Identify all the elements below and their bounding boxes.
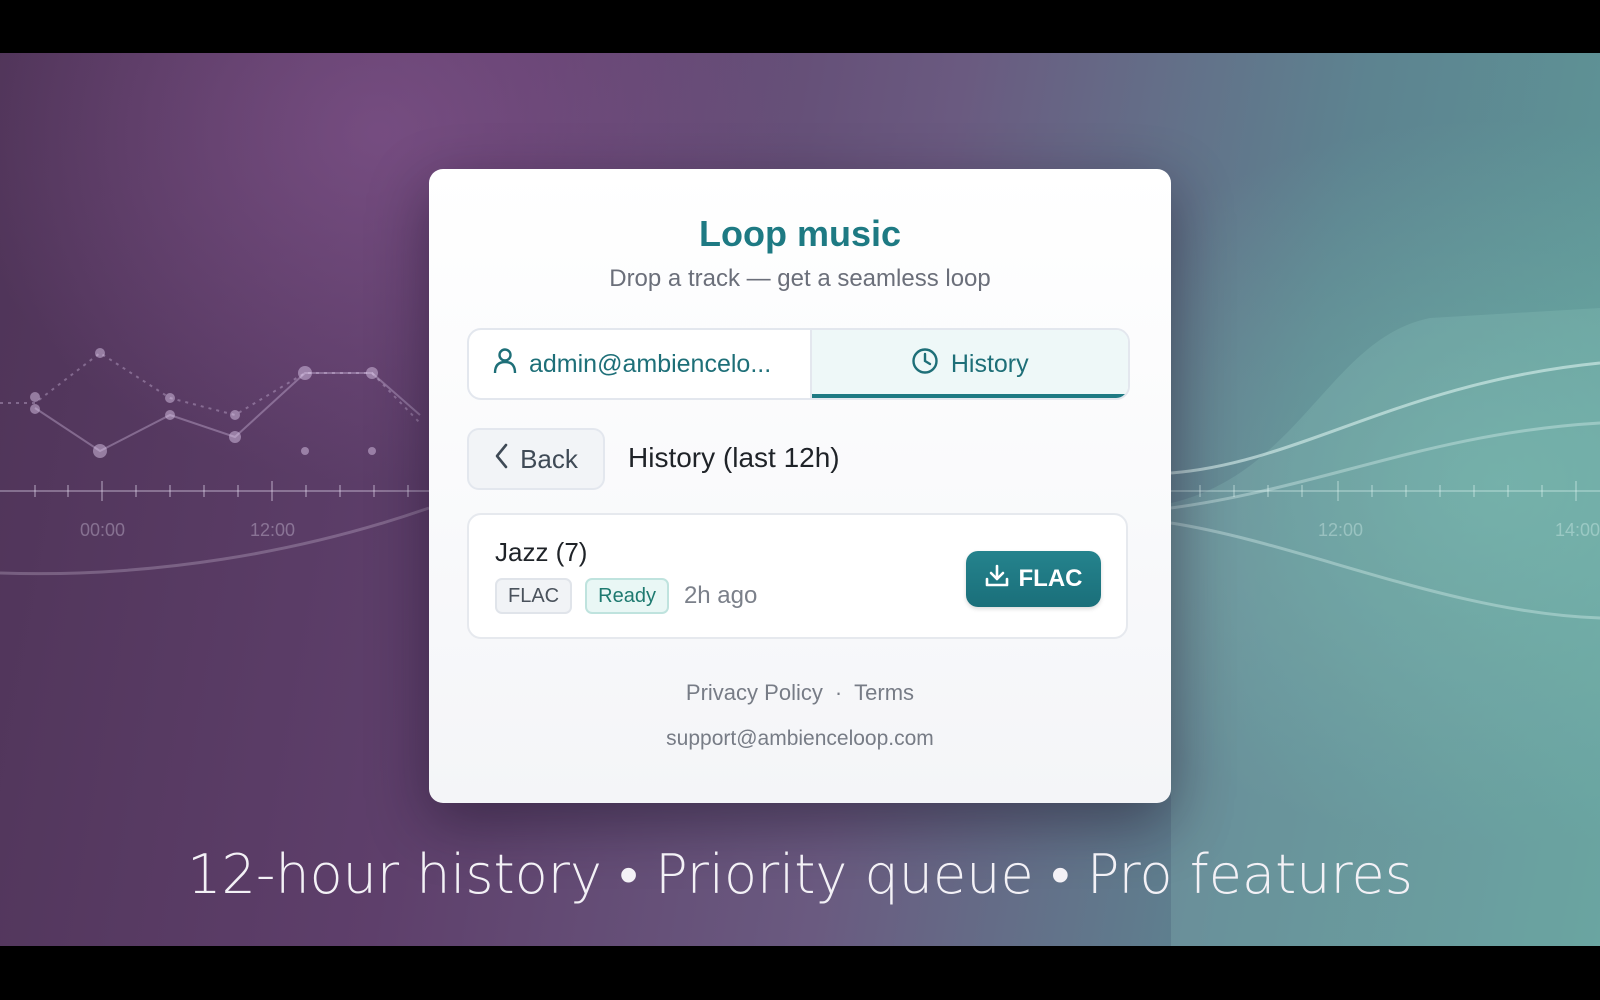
back-button[interactable]: Back: [467, 428, 605, 490]
track-age: 2h ago: [683, 582, 758, 609]
account-email: admin@ambiencelo...: [529, 349, 772, 378]
tab-account[interactable]: admin@ambiencelo...: [469, 330, 812, 398]
app-subtitle: Drop a track — get a seamless loop: [609, 265, 991, 292]
loop-music-card: Loop music Drop a track — get a seamless…: [429, 169, 1171, 803]
terms-link[interactable]: Terms: [854, 680, 914, 706]
track-name: Jazz (7): [495, 537, 588, 567]
timeline-label: 12:00: [1318, 520, 1363, 540]
footer-separator: ·: [834, 680, 843, 705]
format-badge: FLAC: [495, 578, 573, 614]
background-stage: 00:00 12:00 12:00 14:00 Loop music Drop …: [0, 53, 1600, 946]
download-icon: [985, 564, 1009, 595]
chevron-left-icon: [494, 443, 508, 476]
support-email-link[interactable]: support@ambienceloop.com: [429, 727, 1171, 751]
timeline-label: 00:00: [80, 520, 125, 540]
download-flac-button[interactable]: FLAC: [966, 551, 1101, 607]
privacy-policy-link[interactable]: Privacy Policy: [686, 680, 823, 706]
promo-caption: 12-hour history • Priority queue • Pro f…: [187, 843, 1413, 906]
tab-history-label: History: [950, 349, 1029, 378]
timeline-label: 12:00: [250, 520, 295, 540]
clock-icon: [911, 347, 939, 382]
app-title: Loop music: [698, 213, 901, 254]
tab-bar: admin@ambiencelo... History: [467, 328, 1130, 400]
status-badge: Ready: [585, 578, 669, 614]
download-label: FLAC: [1018, 565, 1083, 592]
user-icon: [493, 347, 517, 381]
back-label: Back: [520, 443, 578, 474]
footer-links: Privacy Policy · Terms: [429, 680, 1171, 706]
track-meta: FLAC Ready 2h ago: [495, 578, 757, 614]
history-item: Jazz (7) FLAC Ready 2h ago FLAC: [467, 513, 1128, 639]
timeline-label: 14:00: [1555, 520, 1600, 540]
tab-history[interactable]: History: [811, 330, 1128, 398]
section-title: History (last 12h): [628, 442, 840, 473]
